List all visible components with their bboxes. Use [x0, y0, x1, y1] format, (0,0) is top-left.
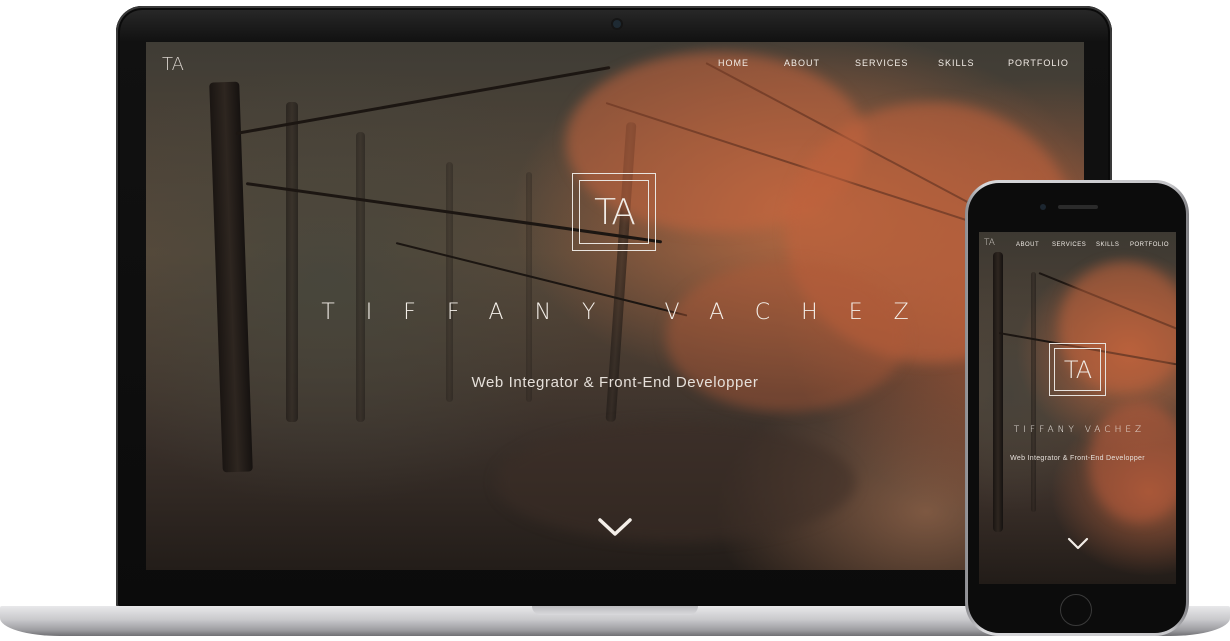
tree-trunk	[526, 172, 532, 402]
chevron-down-icon[interactable]	[597, 516, 633, 538]
nav-item-services[interactable]: SERVICES	[855, 58, 908, 68]
tree-trunk	[1031, 272, 1036, 512]
phone-nav-item-skills[interactable]: SKILLS	[1096, 242, 1119, 248]
laptop-opening-notch	[532, 606, 698, 615]
tree-branch	[235, 66, 611, 135]
nav-item-about[interactable]: ABOUT	[784, 58, 820, 68]
phone-camera	[1040, 204, 1046, 210]
hero-subtitle: Web Integrator & Front-End Developper	[471, 374, 759, 391]
hero-name: TIFFANY VACHEZ	[321, 300, 940, 325]
chevron-down-icon[interactable]	[1067, 537, 1089, 551]
phone-hero-logo-monogram: TA	[1063, 356, 1092, 384]
phone-screen	[979, 232, 1176, 584]
tree-trunk	[993, 252, 1003, 532]
foliage	[1089, 402, 1176, 522]
phone-site-logo-small[interactable]: TA	[984, 238, 995, 248]
nav-item-home[interactable]: HOME	[718, 58, 749, 68]
tree-trunk	[209, 81, 253, 473]
phone-hero-logo: TA	[1049, 343, 1106, 396]
site-logo-small[interactable]: TA	[162, 54, 196, 76]
tree-trunk	[446, 162, 453, 402]
phone-nav-item-services[interactable]: SERVICES	[1052, 242, 1086, 248]
hero-logo: TA	[572, 173, 656, 251]
phone-hero-subtitle: Web Integrator & Front-End Developper	[1010, 455, 1145, 462]
nav-item-portfolio[interactable]: PORTFOLIO	[1008, 58, 1069, 68]
forest-floor	[496, 422, 856, 542]
nav-item-skills[interactable]: SKILLS	[938, 58, 975, 68]
phone-hero-name: TIFFANY VACHEZ	[1013, 425, 1146, 435]
laptop-camera	[613, 20, 621, 28]
hero-logo-monogram: TA	[594, 192, 636, 233]
phone-home-button[interactable]	[1060, 594, 1092, 626]
phone-speaker	[1058, 205, 1098, 209]
phone-nav-item-about[interactable]: ABOUT	[1016, 242, 1039, 248]
phone-nav-item-portfolio[interactable]: PORTFOLIO	[1130, 242, 1169, 248]
